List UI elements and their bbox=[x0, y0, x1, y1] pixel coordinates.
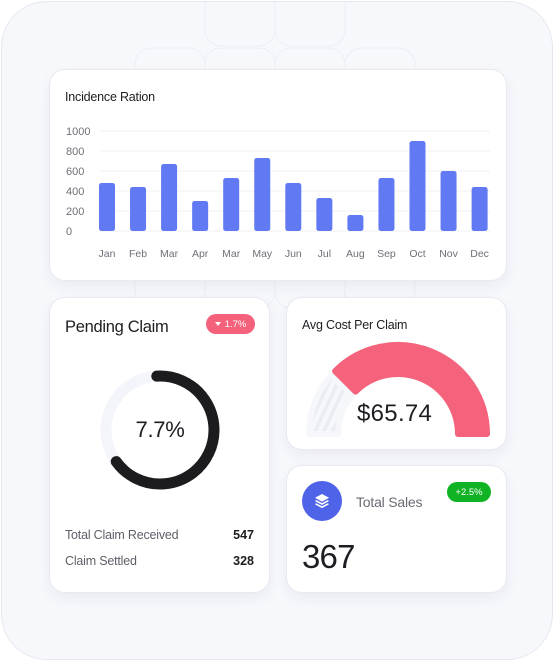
stat-label: Claim Settled bbox=[65, 554, 137, 568]
triangle-down-icon bbox=[214, 322, 221, 326]
pending-change-badge: 1.7% bbox=[206, 314, 255, 334]
avg-cost-value: $65.74 bbox=[357, 400, 433, 427]
pending-donut-chart: 7.7% bbox=[98, 368, 222, 492]
total-sales-title: Total Sales bbox=[356, 494, 423, 510]
stat-value: 547 bbox=[233, 528, 254, 542]
incidence-bar-chart: 0 200 400 600 800 1000 Jan Feb Mar Apr Mar May Jun Ju… bbox=[66, 126, 490, 260]
x-tick-label: Nov bbox=[439, 248, 458, 260]
total-sales-card: Total Sales +2.5% 367 bbox=[286, 465, 507, 593]
pending-change-value: 1.7% bbox=[224, 318, 247, 330]
bar-apr bbox=[192, 201, 209, 231]
y-tick-label: 0 bbox=[66, 226, 72, 238]
pending-claim-card: Pending Claim 1.7% 7.7% Total Claim Rece… bbox=[49, 297, 270, 593]
avg-cost-per-claim-card: Avg Cost Per Claim $65.74 bbox=[286, 297, 507, 450]
y-tick-label: 200 bbox=[66, 206, 84, 218]
donut-center-value: 7.7% bbox=[135, 417, 185, 442]
dashboard-frame: Incidence Ration 0 200 400 600 800 1000 Jan Feb… bbox=[1, 1, 553, 660]
pending-claim-title: Pending Claim bbox=[65, 318, 169, 336]
bar-aug bbox=[347, 215, 364, 231]
x-tick-label: Jul bbox=[318, 248, 331, 260]
x-tick-label: Dec bbox=[470, 248, 489, 260]
bar-jun bbox=[285, 183, 302, 231]
bar-mar bbox=[161, 164, 178, 231]
y-tick-label: 800 bbox=[66, 146, 84, 158]
x-tick-label: Mar bbox=[160, 248, 179, 260]
total-sales-value: 367 bbox=[302, 538, 355, 575]
layers-icon bbox=[302, 481, 342, 521]
stat-row-total-claim-received: Total Claim Received 547 bbox=[65, 528, 254, 542]
sales-change-badge: +2.5% bbox=[447, 482, 491, 502]
x-tick-label: Aug bbox=[346, 248, 365, 260]
stat-row-claim-settled: Claim Settled 328 bbox=[65, 554, 254, 568]
x-tick-label: Sep bbox=[377, 248, 396, 260]
bar-nov bbox=[440, 171, 457, 231]
bar-sep bbox=[378, 178, 395, 231]
x-tick-label: Apr bbox=[192, 248, 209, 260]
bar-jul bbox=[316, 198, 333, 231]
x-tick-label: Feb bbox=[129, 248, 147, 260]
bar-mar bbox=[223, 178, 240, 231]
x-tick-label: Oct bbox=[409, 248, 425, 260]
x-tick-label: Jan bbox=[99, 248, 116, 260]
bar-may bbox=[254, 158, 271, 231]
x-tick-label: May bbox=[252, 248, 273, 260]
bar-dec bbox=[471, 187, 488, 231]
bar-feb bbox=[130, 187, 147, 231]
y-tick-label: 1000 bbox=[66, 126, 90, 138]
stat-label: Total Claim Received bbox=[65, 528, 179, 542]
bar-jan bbox=[99, 183, 115, 231]
x-tick-label: Mar bbox=[222, 248, 241, 260]
bar-oct bbox=[409, 141, 426, 231]
stat-value: 328 bbox=[233, 554, 254, 568]
y-tick-label: 600 bbox=[66, 166, 84, 178]
y-tick-label: 400 bbox=[66, 186, 84, 198]
incidence-ratio-card: Incidence Ration 0 200 400 600 800 1000 Jan Feb… bbox=[49, 69, 507, 281]
x-tick-label: Jun bbox=[285, 248, 302, 260]
